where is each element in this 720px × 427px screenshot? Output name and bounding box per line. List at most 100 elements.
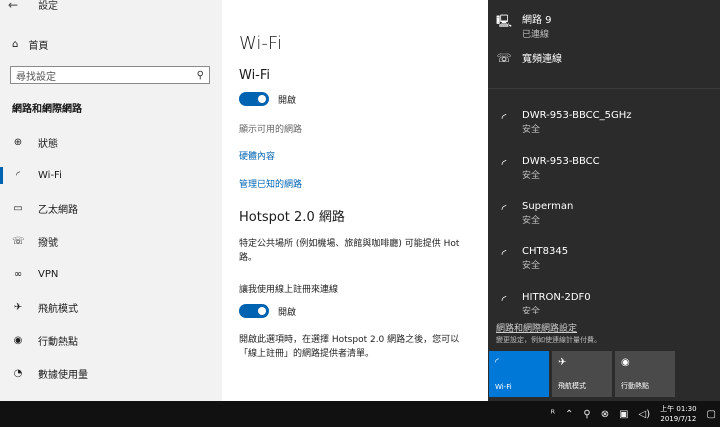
wifi-tile[interactable]: ◜ Wi-Fi bbox=[489, 351, 549, 397]
network-settings-subtext: 變更設定，例如使連線計量付費。 bbox=[496, 336, 601, 344]
bottom-description-line1: 開啟此選項時，在選擇 Hotspot 2.0 網路之後，您可以 bbox=[239, 335, 460, 345]
wifi-toggle-label: 開啟 bbox=[278, 96, 297, 106]
wifi-heading: Wi-Fi bbox=[239, 68, 271, 83]
sidebar-item-data-usage[interactable]: ◔ 數據使用量 bbox=[0, 357, 222, 390]
back-arrow-icon[interactable]: ← bbox=[8, 0, 18, 12]
taskbar: ᴿ ⌃ ⚲ ⊗ ▣ ◁) 上午 01:30 2019/7/12 ▢ bbox=[0, 401, 720, 427]
error-icon[interactable]: ⊗ bbox=[601, 409, 609, 420]
sidebar-item-vpn[interactable]: ∞ VPN bbox=[0, 258, 222, 291]
manage-known-networks-link[interactable]: 管理已知的網路 bbox=[239, 177, 302, 190]
network-name: HITRON-2DF0 bbox=[522, 292, 591, 303]
hotspot-heading: Hotspot 2.0 網路 bbox=[239, 210, 345, 225]
ethernet-monitor-icon: 🖳 bbox=[496, 14, 513, 28]
chevron-up-icon[interactable]: ⌃ bbox=[565, 409, 573, 420]
network-settings-link[interactable]: 網路和網際網路設定 bbox=[496, 321, 577, 334]
wifi-icon: ◜ bbox=[495, 357, 499, 368]
network-item-wifi[interactable]: ◜ CHT8345 安全 bbox=[488, 246, 720, 271]
tile-label: 飛航模式 bbox=[558, 382, 586, 390]
hardware-properties-link[interactable]: 硬體內容 bbox=[239, 149, 275, 162]
people-icon[interactable]: ᴿ bbox=[551, 409, 555, 420]
page-title: Wi-Fi bbox=[239, 33, 282, 54]
network-status: 安全 bbox=[522, 171, 541, 181]
tile-label: 行動熱點 bbox=[621, 382, 649, 390]
network-name: DWR-953-BBCC bbox=[522, 156, 600, 167]
section-heading: 網路和網際網路 bbox=[12, 104, 82, 115]
sidebar-item-label: Wi-Fi bbox=[38, 170, 62, 181]
clock-date: 2019/7/12 bbox=[660, 415, 697, 423]
online-signup-label: 讓我使用線上註冊來連線 bbox=[239, 285, 339, 295]
dialup-icon: ☏ bbox=[496, 51, 512, 65]
notification-icon[interactable]: ▢ bbox=[707, 409, 716, 420]
sidebar-item-dialup[interactable]: ☏ 撥號 bbox=[0, 225, 222, 258]
network-item-ethernet[interactable]: 🖳 網路 9 已連線 bbox=[488, 11, 720, 40]
network-name: Superman bbox=[522, 201, 574, 212]
wifi-icon: ◜ bbox=[501, 247, 507, 261]
data-usage-icon: ◔ bbox=[13, 368, 23, 379]
airplane-icon: ✈ bbox=[13, 302, 23, 313]
network-flyout: 🖳 網路 9 已連線 ☏ 寬頻連線 ◜ DWR-953-BBCC_5GHz 安全… bbox=[488, 0, 720, 401]
hotspot-description-line2: 路。 bbox=[239, 253, 258, 263]
system-tray: ᴿ ⌃ ⚲ ⊗ ▣ ◁) 上午 01:30 2019/7/12 ▢ bbox=[551, 401, 720, 427]
volume-icon[interactable]: ◁) bbox=[639, 409, 651, 420]
online-signup-toggle[interactable] bbox=[239, 304, 269, 318]
network-status: 已連線 bbox=[522, 30, 550, 40]
network-name: 網路 9 bbox=[522, 15, 552, 26]
clock-time: 上午 01:30 bbox=[660, 405, 697, 413]
dialup-icon: ☏ bbox=[12, 236, 25, 247]
tile-label: Wi-Fi bbox=[495, 383, 512, 391]
sidebar-item-ethernet[interactable]: ▭ 乙太網路 bbox=[0, 192, 222, 225]
clock[interactable]: 上午 01:30 2019/7/12 bbox=[660, 404, 696, 424]
search-placeholder: 尋找設定 bbox=[16, 71, 56, 83]
network-item-wifi[interactable]: ◜ DWR-953-BBCC_5GHz 安全 bbox=[488, 110, 720, 135]
globe-icon: ⊕ bbox=[13, 137, 23, 148]
sidebar-item-label: 狀態 bbox=[38, 139, 58, 150]
settings-sidebar: ← 設定 ⌂ 首頁 尋找設定 ⚲ 網路和網際網路 ⊕ 狀態 ◜ Wi-Fi ▭ … bbox=[0, 0, 222, 401]
network-item-wifi[interactable]: ◜ DWR-953-BBCC 安全 bbox=[488, 156, 720, 181]
show-networks-link[interactable]: 顯示可用的網路 bbox=[239, 122, 302, 135]
network-status: 安全 bbox=[522, 307, 541, 314]
home-label: 首頁 bbox=[28, 41, 49, 52]
online-signup-toggle-label: 開啟 bbox=[278, 308, 297, 318]
window-title: 設定 bbox=[38, 1, 59, 12]
ethernet-icon: ▭ bbox=[13, 203, 23, 214]
network-name: 寬頻連線 bbox=[522, 54, 562, 65]
quick-action-tiles: ◜ Wi-Fi ✈ 飛航模式 ◉ 行動熱點 bbox=[489, 351, 675, 397]
sidebar-item-wifi[interactable]: ◜ Wi-Fi bbox=[0, 159, 222, 192]
network-item-wifi[interactable]: ◜ HITRON-2DF0 安全 bbox=[488, 292, 720, 314]
network-status: 安全 bbox=[522, 125, 541, 135]
search-input[interactable]: 尋找設定 ⚲ bbox=[10, 66, 210, 84]
wifi-icon: ◜ bbox=[501, 157, 507, 171]
window-titlebar: ← 設定 bbox=[8, 0, 58, 12]
home-icon: ⌂ bbox=[12, 39, 19, 50]
sidebar-item-label: 數據使用量 bbox=[38, 370, 88, 381]
sidebar-item-status[interactable]: ⊕ 狀態 bbox=[0, 126, 222, 159]
airplane-tile[interactable]: ✈ 飛航模式 bbox=[552, 351, 612, 397]
sidebar-item-airplane[interactable]: ✈ 飛航模式 bbox=[0, 291, 222, 324]
flyout-divider bbox=[488, 88, 720, 89]
hotspot-icon: ◉ bbox=[621, 357, 630, 368]
search-icon: ⚲ bbox=[196, 69, 204, 81]
wifi-settings-page: Wi-Fi Wi-Fi 開啟 顯示可用的網路 硬體內容 管理已知的網路 Hots… bbox=[222, 0, 488, 401]
wifi-icon: ◜ bbox=[501, 111, 507, 125]
ime-icon[interactable]: ▣ bbox=[619, 409, 628, 420]
network-icon[interactable]: ⚲ bbox=[583, 409, 590, 420]
wifi-icon: ◜ bbox=[501, 202, 507, 216]
sidebar-item-label: 乙太網路 bbox=[38, 205, 78, 216]
network-status: 安全 bbox=[522, 216, 541, 226]
network-name: CHT8345 bbox=[522, 246, 569, 257]
airplane-icon: ✈ bbox=[558, 357, 567, 368]
sidebar-item-label: VPN bbox=[38, 269, 59, 280]
sidebar-item-label: 飛航模式 bbox=[38, 304, 78, 315]
hotspot-tile[interactable]: ◉ 行動熱點 bbox=[615, 351, 675, 397]
network-item-wifi[interactable]: ◜ Superman 安全 bbox=[488, 201, 720, 226]
wifi-toggle[interactable] bbox=[239, 92, 269, 106]
sidebar-item-hotspot[interactable]: ◉ 行動熱點 bbox=[0, 324, 222, 357]
bottom-description-line2: 「線上註冊」的網路提供者清單。 bbox=[239, 349, 375, 359]
vpn-icon: ∞ bbox=[13, 269, 23, 280]
network-status: 安全 bbox=[522, 261, 541, 271]
hotspot-description-line1: 特定公共場所 (例如機場、旅館與咖啡廳) 可能提供 Hot bbox=[239, 239, 460, 249]
home-link[interactable]: ⌂ 首頁 bbox=[12, 37, 48, 52]
sidebar-nav: ⊕ 狀態 ◜ Wi-Fi ▭ 乙太網路 ☏ 撥號 ∞ VPN ✈ 飛航模式 ◉ … bbox=[0, 126, 222, 390]
network-item-broadband[interactable]: ☏ 寬頻連線 bbox=[488, 50, 720, 65]
sidebar-item-label: 撥號 bbox=[38, 238, 58, 249]
